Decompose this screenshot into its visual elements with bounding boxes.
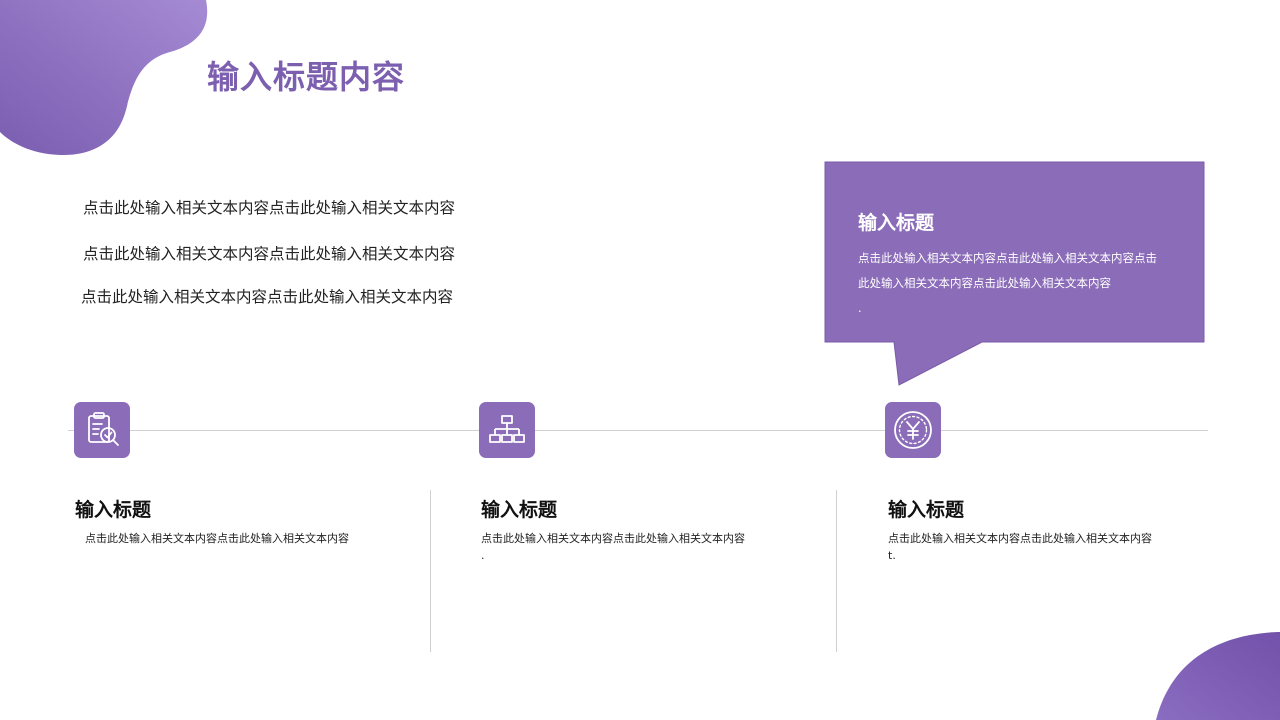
column-text: 点击此处输入相关文本内容点击此处输入相关文本内容 .	[481, 532, 745, 562]
corner-blob-bottom-right	[1156, 632, 1280, 720]
column-title: 输入标题	[481, 499, 558, 521]
corner-blob-top-left	[0, 0, 208, 156]
page-title: 输入标题内容	[207, 58, 406, 96]
intro-line: 点击此处输入相关文本内容点击此处输入相关文本内容	[81, 288, 454, 306]
intro-line: 点击此处输入相关文本内容点击此处输入相关文本内容	[83, 245, 456, 263]
callout-text: 点击此处输入相关文本内容点击此处输入相关文本内容点击此处输入相关文本内容点击此处…	[858, 251, 1157, 315]
yen-coin-icon	[885, 402, 941, 458]
column-title: 输入标题	[888, 499, 965, 521]
column-title: 输入标题	[75, 499, 152, 521]
hierarchy-icon	[479, 402, 535, 458]
timeline-line	[68, 430, 1208, 431]
column-text: 点击此处输入相关文本内容点击此处输入相关文本内容 t.	[888, 532, 1152, 562]
column-divider	[836, 490, 837, 652]
column-divider	[430, 490, 431, 652]
document-check-icon	[74, 402, 130, 458]
callout-title: 输入标题	[858, 212, 935, 234]
intro-line: 点击此处输入相关文本内容点击此处输入相关文本内容	[83, 199, 456, 217]
column-text: 点击此处输入相关文本内容点击此处输入相关文本内容	[85, 532, 349, 545]
